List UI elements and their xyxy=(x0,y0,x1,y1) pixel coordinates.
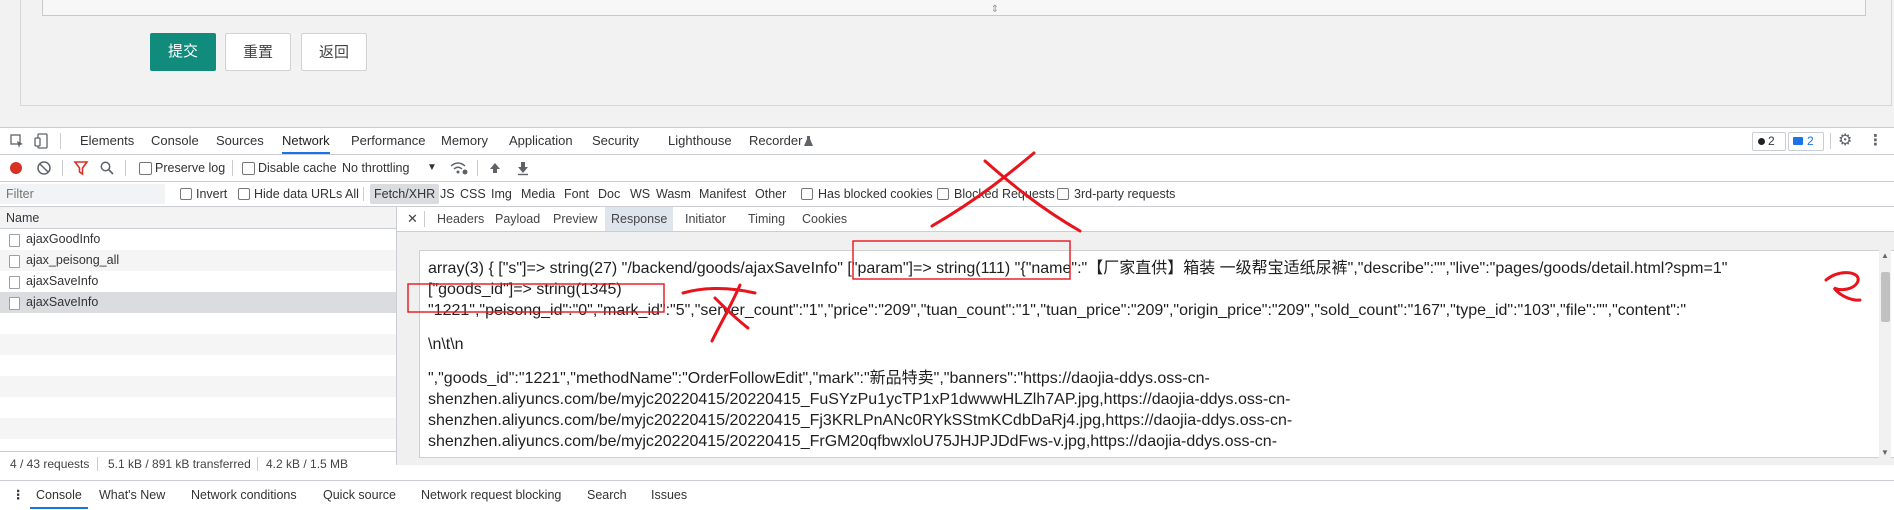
drawer-tab-whats-new[interactable]: What's New xyxy=(99,481,165,509)
annotation-mark xyxy=(1824,271,1862,302)
drawer-tab-network-conditions[interactable]: Network conditions xyxy=(191,481,297,509)
drawer-tab-issues[interactable]: Issues xyxy=(651,481,687,509)
back-button[interactable]: 返回 xyxy=(301,33,367,71)
drag-handle-icon[interactable]: ⇕ xyxy=(988,5,1002,15)
drawer-tab-search[interactable]: Search xyxy=(587,481,627,509)
submit-button[interactable]: 提交 xyxy=(150,33,216,71)
drawer-tab-quick-source[interactable]: Quick source xyxy=(323,481,396,509)
devtools-panel: Elements Console Sources Network Perform… xyxy=(0,127,1894,510)
annotation-box-goods-id xyxy=(407,283,665,313)
drawer-menu-icon[interactable]: ⋮ xyxy=(12,481,25,509)
drawer-tabbar: ⋮ Console What's New Network conditions … xyxy=(0,480,1894,510)
drawer-tab-request-blocking[interactable]: Network request blocking xyxy=(421,481,561,509)
annotation-cross-2 xyxy=(681,286,757,295)
drawer-tab-console[interactable]: Console xyxy=(30,481,88,509)
annotation-cross-2 xyxy=(710,283,742,343)
reset-button[interactable]: 重置 xyxy=(225,33,291,71)
annotation-cross-1 xyxy=(983,159,1082,233)
annotation-box-param xyxy=(852,240,1071,280)
red-annotations xyxy=(407,151,1862,343)
web-page-area: ⇕ 提交 重置 返回 xyxy=(0,0,1894,128)
textarea-field[interactable]: ⇕ xyxy=(42,0,1866,16)
